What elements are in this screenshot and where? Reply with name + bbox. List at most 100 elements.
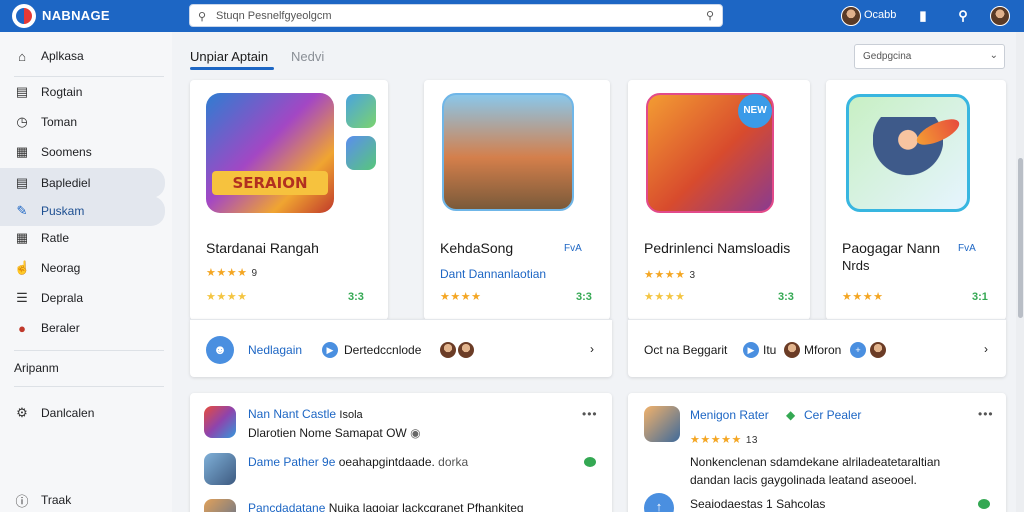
more-options-icon[interactable]: ••• (978, 407, 994, 421)
app-icon[interactable] (204, 453, 236, 485)
list-item-title[interactable]: Pancdadatane Nuika lagoiar lackcgranet P… (248, 501, 524, 512)
app-title[interactable]: Pedrinlenci Namsloadis (644, 240, 790, 256)
list-item-subtitle: Dlarotien Nome Samapat OW ◉ (248, 426, 421, 440)
user-name[interactable]: Ocabb (864, 9, 896, 21)
app-title[interactable]: Paogagar Nann (842, 240, 940, 256)
app-title[interactable]: KehdaSong (440, 240, 513, 256)
divider (14, 350, 164, 351)
footer-label: Seaiodaestas 1 Sahcolas (690, 497, 826, 511)
footer-label: Itu (763, 343, 777, 357)
chevron-right-icon[interactable]: › (590, 342, 594, 356)
app-icon[interactable] (204, 406, 236, 438)
sort-dropdown[interactable]: Gedpgcina ⌄ (854, 44, 1005, 69)
avatar[interactable] (440, 342, 456, 358)
plus-icon[interactable]: + (850, 342, 866, 358)
avatar[interactable] (784, 342, 800, 358)
ball-icon: ● (18, 320, 26, 336)
score-badge: 3:3 (778, 291, 794, 303)
info-circle-icon[interactable]: ↑ (644, 493, 674, 512)
footer-link[interactable]: Nedlagain (248, 343, 302, 357)
divider (14, 386, 164, 387)
sidebar-item-7[interactable]: ☝ Neorag (0, 254, 165, 282)
sidebar-item-3[interactable]: ▦ Soomens (0, 138, 165, 166)
card-icon: ▤ (15, 175, 29, 190)
sidebar-item-5[interactable]: ✎ Puskam (0, 196, 165, 226)
list-icon: ☰ (16, 290, 28, 305)
tag-icon: ◆ (786, 408, 796, 422)
play-icon: ▶ (743, 342, 759, 358)
rating-stars: ★★★★ (440, 291, 482, 303)
footer-label[interactable]: Mforon (804, 343, 841, 357)
rating-stars: ★★★★ (842, 291, 884, 303)
sidebar-section-heading: Aripanm (14, 361, 59, 375)
sidebar-item-1[interactable]: ▤ Rogtain (0, 78, 165, 106)
app-icon[interactable] (204, 499, 236, 512)
app-list-card: Nan Nant Castle Isola Dlarotien Nome Sam… (190, 393, 612, 512)
footer-label[interactable]: Dertedccnlode (344, 343, 421, 357)
sidebar-item-6[interactable]: ▦ Ratle (0, 224, 165, 252)
tab-updates[interactable]: Unpiar Aptain (190, 49, 268, 64)
user-circle-icon[interactable]: ☻ (206, 336, 234, 364)
sidebar-item-8[interactable]: ☰ Deprala (0, 284, 165, 312)
app-title-line2: Nrds (842, 258, 870, 273)
badge-icon: NEW (738, 94, 772, 128)
app-icon[interactable] (644, 406, 680, 442)
developer-link[interactable]: Dant Dannanlaotian (440, 267, 546, 281)
sidebar-item-4[interactable]: ▤ Baplediel (0, 168, 165, 198)
rating-stars: ★★★★ 3 (644, 269, 696, 281)
gear-icon: ⚙ (16, 405, 28, 420)
status-indicator (584, 457, 596, 467)
sidebar-item-home[interactable]: ⌂ Aplkasa (0, 42, 165, 70)
score-badge: 3:3 (576, 291, 592, 303)
game-art-image (846, 94, 970, 212)
mini-game-icon[interactable] (346, 136, 376, 170)
profile-avatar[interactable] (990, 6, 1010, 26)
list-item-title[interactable]: Dame Pather 9e oeahapgintdaade. dorka (248, 455, 468, 469)
card-footer-2: Oct na Beggarit ▶ Itu Mforon + › (628, 319, 1006, 377)
info-icon: ⓘ (15, 493, 29, 509)
rating-stars: ★★★★ (644, 291, 686, 303)
tag-label: FvA (958, 243, 976, 254)
app-logo[interactable] (12, 4, 36, 28)
search-bar[interactable]: ⚲ ⚲ (189, 4, 723, 27)
doc-icon: ▤ (15, 84, 29, 99)
footer-label[interactable]: Oct na Beggarit (644, 343, 727, 357)
more-options-icon[interactable]: ••• (582, 407, 598, 421)
sidebar-item-9[interactable]: ● Beraler (0, 314, 165, 342)
top-bar: NABNAGE ⚲ ⚲ Ocabb ▮ ⚲ (0, 0, 1024, 32)
featured-card-4[interactable]: Paogagar Nann FvA Nrds ★★★★ 3:1 (826, 80, 1006, 320)
scrollbar-thumb[interactable] (1018, 158, 1023, 318)
sort-label: Gedpgcina (863, 51, 912, 62)
mini-game-icon[interactable] (346, 94, 376, 128)
search-input[interactable] (216, 7, 696, 24)
avatar[interactable] (870, 342, 886, 358)
score-badge: 3:1 (972, 291, 988, 303)
featured-card-2[interactable]: KehdaSong FvA Dant Dannanlaotian ★★★★ 3:… (424, 80, 610, 320)
tag-label[interactable]: Cer Pealer (804, 408, 861, 422)
chevron-right-icon[interactable]: › (984, 342, 988, 356)
clock-icon: ◷ (16, 114, 28, 129)
avatar[interactable] (458, 342, 474, 358)
sidebar: ⌂ Aplkasa ▤ Rogtain ◷ Toman ▦ Soomens ▤ … (0, 32, 172, 512)
app-title[interactable]: Menigon Rater (690, 408, 769, 422)
search-submit-icon[interactable]: ⚲ (706, 9, 714, 22)
app-detail-card: Menigon Rater ◆ Cer Pealer ••• ★★★★★ 13 N… (628, 393, 1006, 512)
rating-stars: ★★★★ (206, 291, 248, 303)
score-badge: 3:3 (348, 291, 364, 303)
tab-new[interactable]: Nedvi (291, 49, 324, 64)
play-icon: ▶ (322, 342, 338, 358)
list-item-title[interactable]: Nan Nant Castle Isola (248, 407, 363, 421)
app-title[interactable]: Stardanai Rangah (206, 240, 319, 256)
sidebar-item-settings[interactable]: ⚙ Danlcalen (0, 399, 165, 427)
user-avatar[interactable] (841, 6, 861, 26)
tag-label: FvA (564, 243, 582, 254)
featured-card-3[interactable]: NEW Pedrinlenci Namsloadis ★★★★ 3 ★★★★ 3:… (628, 80, 810, 320)
chevron-down-icon: ⌄ (989, 50, 998, 61)
sidebar-item-2[interactable]: ◷ Toman (0, 108, 165, 136)
sidebar-item-info[interactable]: ⓘ Traak (0, 486, 165, 512)
bookmark-icon[interactable]: ▮ (914, 7, 932, 25)
active-tab-indicator (190, 67, 274, 70)
featured-card-1[interactable]: SERAION Stardanai Rangah ★★★★ 9 ★★★★ 3:3 (190, 80, 388, 320)
search-top-icon[interactable]: ⚲ (954, 7, 972, 25)
grid-icon: ▦ (15, 230, 29, 245)
